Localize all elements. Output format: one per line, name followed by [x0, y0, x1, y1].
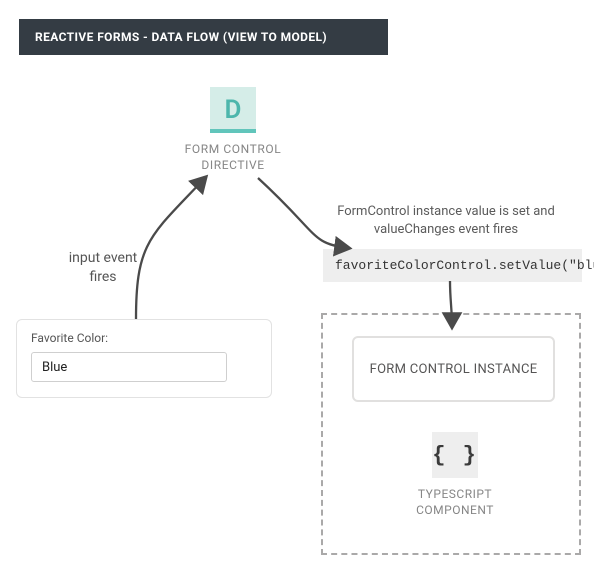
typescript-component-node: { } TYPESCRIPT COMPONENT: [410, 432, 500, 518]
directive-label-line2: DIRECTIVE: [201, 158, 264, 172]
input-event-label-line1: input event: [69, 250, 138, 266]
form-control-instance-box: FORM CONTROL INSTANCE: [352, 336, 555, 402]
favorite-color-input[interactable]: [31, 352, 227, 382]
typescript-label-line1: TYPESCRIPT: [418, 487, 492, 501]
setvalue-code: favoriteColorControl.setValue("blue"): [323, 249, 582, 282]
value-changes-note: FormControl instance value is set and va…: [330, 203, 562, 239]
diagram-title: REACTIVE FORMS - DATA FLOW (VIEW TO MODE…: [19, 19, 388, 55]
directive-icon: D: [210, 87, 256, 133]
favorite-color-label: Favorite Color:: [31, 331, 257, 345]
component-zone: FORM CONTROL INSTANCE { } TYPESCRIPT COM…: [321, 313, 581, 555]
form-control-directive-node: D FORM CONTROL DIRECTIVE: [178, 87, 288, 173]
typescript-label: TYPESCRIPT COMPONENT: [410, 486, 500, 518]
braces-icon: { }: [432, 432, 478, 478]
input-event-label: input event fires: [55, 249, 151, 287]
input-event-label-line2: fires: [89, 269, 116, 285]
directive-icon-letter: D: [225, 97, 242, 123]
typescript-label-line2: COMPONENT: [416, 503, 494, 517]
directive-label: FORM CONTROL DIRECTIVE: [178, 141, 288, 173]
view-form-panel: Favorite Color:: [16, 319, 272, 398]
directive-label-line1: FORM CONTROL: [185, 142, 282, 156]
